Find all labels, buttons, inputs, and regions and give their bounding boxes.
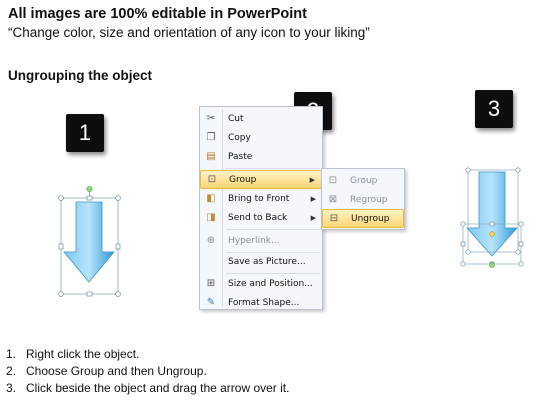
step-badge-1: 1 bbox=[66, 114, 104, 152]
menu-item-group[interactable]: ⊡ Group ▶ bbox=[200, 170, 322, 189]
down-arrow-icon bbox=[466, 171, 518, 257]
page-title: All images are 100% editable in PowerPoi… bbox=[8, 6, 307, 22]
menu-item-format-shape[interactable]: ✎ Format Shape... bbox=[200, 293, 322, 312]
submenu-arrow-icon: ▶ bbox=[310, 213, 316, 222]
rotation-handle-icon bbox=[86, 186, 93, 192]
step-item: 2. Choose Group and then Ungroup. bbox=[6, 364, 207, 378]
down-arrow-icon bbox=[63, 201, 115, 283]
group-submenu: ⊡ Group ⊠ Regroup ⊟ Ungroup bbox=[321, 168, 405, 230]
menu-item-paste[interactable]: ▤ Paste bbox=[200, 147, 322, 166]
menu-item-size-and-position[interactable]: ⊞ Size and Position... bbox=[200, 274, 322, 293]
paste-icon: ▤ bbox=[206, 151, 216, 162]
context-menu: ✂ Cut ❐ Copy ▤ Paste ⊡ Group ▶ ◧ Bring t… bbox=[199, 106, 323, 310]
menu-item-cut[interactable]: ✂ Cut bbox=[200, 109, 322, 128]
hyperlink-icon: ⊕ bbox=[206, 235, 216, 246]
format-shape-icon: ✎ bbox=[206, 297, 216, 308]
submenu-arrow-icon: ▶ bbox=[309, 175, 315, 184]
section-title: Ungrouping the object bbox=[8, 68, 152, 83]
submenu-item-group[interactable]: ⊡ Group bbox=[322, 171, 404, 190]
copy-icon: ❐ bbox=[206, 132, 216, 143]
ungrouped-arrow-object[interactable] bbox=[455, 160, 535, 275]
send-back-icon: ◨ bbox=[206, 212, 216, 223]
regroup-icon: ⊠ bbox=[328, 194, 338, 205]
group-icon: ⊡ bbox=[207, 174, 217, 185]
group-icon: ⊡ bbox=[328, 175, 338, 186]
size-position-icon: ⊞ bbox=[206, 278, 216, 289]
rotation-handle-icon bbox=[489, 262, 495, 268]
instruction-steps: 1. Right click the object. 2. Choose Gro… bbox=[6, 346, 289, 397]
submenu-item-ungroup[interactable]: ⊟ Ungroup bbox=[322, 209, 404, 228]
grouped-arrow-object[interactable] bbox=[50, 180, 130, 300]
scissors-icon: ✂ bbox=[206, 113, 216, 124]
submenu-arrow-icon: ▶ bbox=[310, 194, 316, 203]
menu-item-copy[interactable]: ❐ Copy bbox=[200, 128, 322, 147]
menu-item-bring-to-front[interactable]: ◧ Bring to Front ▶ bbox=[200, 189, 322, 208]
step-item: 1. Right click the object. bbox=[6, 347, 140, 361]
menu-item-save-as-picture[interactable]: Save as Picture... bbox=[200, 252, 322, 271]
menu-item-hyperlink[interactable]: ⊕ Hyperlink... bbox=[200, 231, 322, 250]
adjust-handle-icon bbox=[489, 231, 495, 237]
ungroup-icon: ⊟ bbox=[329, 213, 339, 224]
bring-front-icon: ◧ bbox=[206, 193, 216, 204]
step-badge-3: 3 bbox=[475, 90, 513, 128]
step-item: 3. Click beside the object and drag the … bbox=[6, 381, 290, 395]
submenu-item-regroup[interactable]: ⊠ Regroup bbox=[322, 190, 404, 209]
page-subtitle: “Change color, size and orientation of a… bbox=[8, 25, 370, 40]
menu-item-send-to-back[interactable]: ◨ Send to Back ▶ bbox=[200, 208, 322, 227]
